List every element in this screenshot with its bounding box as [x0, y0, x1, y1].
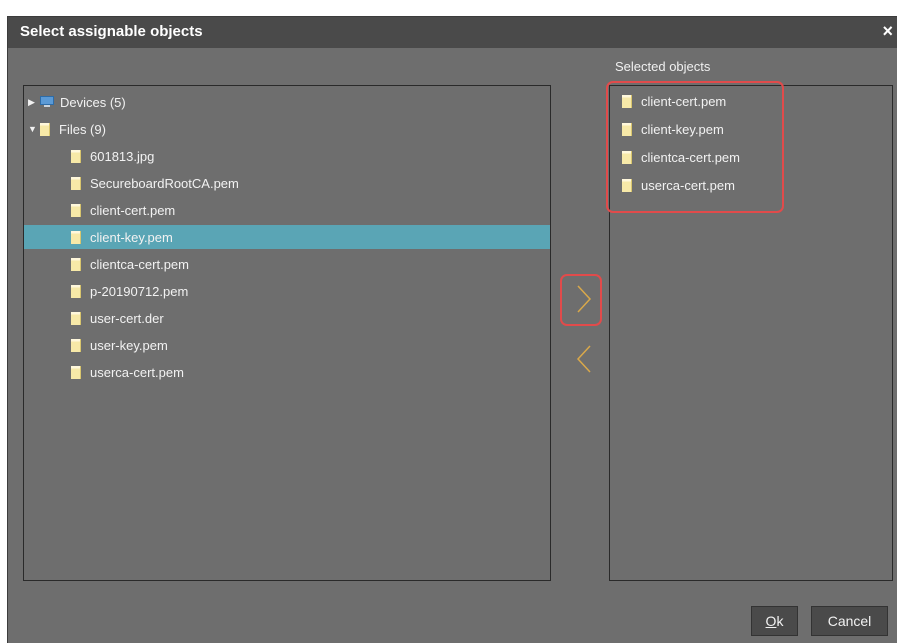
- chevron-left-icon: [576, 345, 591, 373]
- selected-list-item[interactable]: clientca-cert.pem: [622, 145, 740, 169]
- tree-file-item[interactable]: user-key.pem: [24, 333, 550, 357]
- file-label: 601813.jpg: [90, 148, 155, 164]
- file-label: client-cert.pem: [641, 93, 727, 109]
- file-label: user-key.pem: [90, 337, 168, 353]
- selected-list-item[interactable]: client-cert.pem: [622, 89, 726, 113]
- tree-file-item[interactable]: clientca-cert.pem: [24, 252, 550, 276]
- file-icon: [71, 284, 81, 298]
- tree-file-item[interactable]: user-cert.der: [24, 306, 550, 330]
- file-icon: [71, 311, 81, 325]
- file-icon: [71, 365, 81, 379]
- file-icon: [40, 122, 50, 136]
- file-label: client-cert.pem: [90, 202, 176, 218]
- file-label: p-20190712.pem: [90, 283, 189, 299]
- dialog-title: Select assignable objects: [20, 23, 203, 40]
- file-label: user-cert.der: [90, 310, 164, 326]
- ok-button[interactable]: Ok: [751, 606, 798, 636]
- ok-label: k: [776, 613, 784, 629]
- tree-node-label: Files (9): [59, 121, 106, 137]
- add-to-selection-button[interactable]: [569, 279, 599, 319]
- tree-file-item[interactable]: p-20190712.pem: [24, 279, 550, 303]
- file-icon: [71, 338, 81, 352]
- file-label: userca-cert.pem: [641, 177, 735, 193]
- file-icon: [622, 122, 632, 136]
- selected-list-item[interactable]: client-key.pem: [622, 117, 724, 141]
- collapse-arrow-icon[interactable]: ▼: [28, 124, 40, 134]
- selected-list-item[interactable]: userca-cert.pem: [622, 173, 735, 197]
- file-icon: [71, 149, 81, 163]
- monitor-icon: [40, 96, 54, 108]
- file-label: SecureboardRootCA.pem: [90, 175, 239, 191]
- file-icon: [71, 257, 81, 271]
- tree-node-files[interactable]: ▼ Files (9): [28, 117, 548, 141]
- cancel-button[interactable]: Cancel: [811, 606, 888, 636]
- select-assignable-objects-dialog: Select assignable objects × ▶ Devices (5…: [7, 16, 897, 643]
- tree-file-item[interactable]: SecureboardRootCA.pem: [24, 171, 550, 195]
- file-label: clientca-cert.pem: [90, 256, 189, 272]
- title-bar: Select assignable objects ×: [8, 17, 897, 48]
- file-icon: [622, 94, 632, 108]
- available-objects-tree[interactable]: ▶ Devices (5) ▼ Files (9) 601813.jpg Sec…: [23, 85, 551, 581]
- tree-node-devices[interactable]: ▶ Devices (5): [28, 90, 548, 114]
- file-icon: [71, 176, 81, 190]
- tree-file-item-selected[interactable]: client-key.pem: [24, 225, 550, 249]
- file-icon: [71, 230, 81, 244]
- file-label: userca-cert.pem: [90, 364, 184, 380]
- file-icon: [622, 178, 632, 192]
- file-icon: [622, 150, 632, 164]
- selected-objects-list[interactable]: client-cert.pem client-key.pem clientca-…: [609, 85, 893, 581]
- file-label: client-key.pem: [641, 121, 724, 137]
- chevron-right-icon: [577, 285, 592, 313]
- file-icon: [71, 203, 81, 217]
- file-label: client-key.pem: [90, 229, 173, 245]
- selected-objects-label: Selected objects: [615, 59, 711, 74]
- tree-node-label: Devices (5): [60, 94, 126, 110]
- remove-from-selection-button[interactable]: [569, 339, 599, 379]
- file-label: clientca-cert.pem: [641, 149, 740, 165]
- tree-file-item[interactable]: client-cert.pem: [24, 198, 550, 222]
- tree-file-item[interactable]: userca-cert.pem: [24, 360, 550, 384]
- ok-mnemonic: O: [765, 613, 777, 629]
- close-icon[interactable]: ×: [882, 21, 893, 41]
- expand-arrow-icon[interactable]: ▶: [28, 97, 40, 108]
- tree-file-item[interactable]: 601813.jpg: [24, 144, 550, 168]
